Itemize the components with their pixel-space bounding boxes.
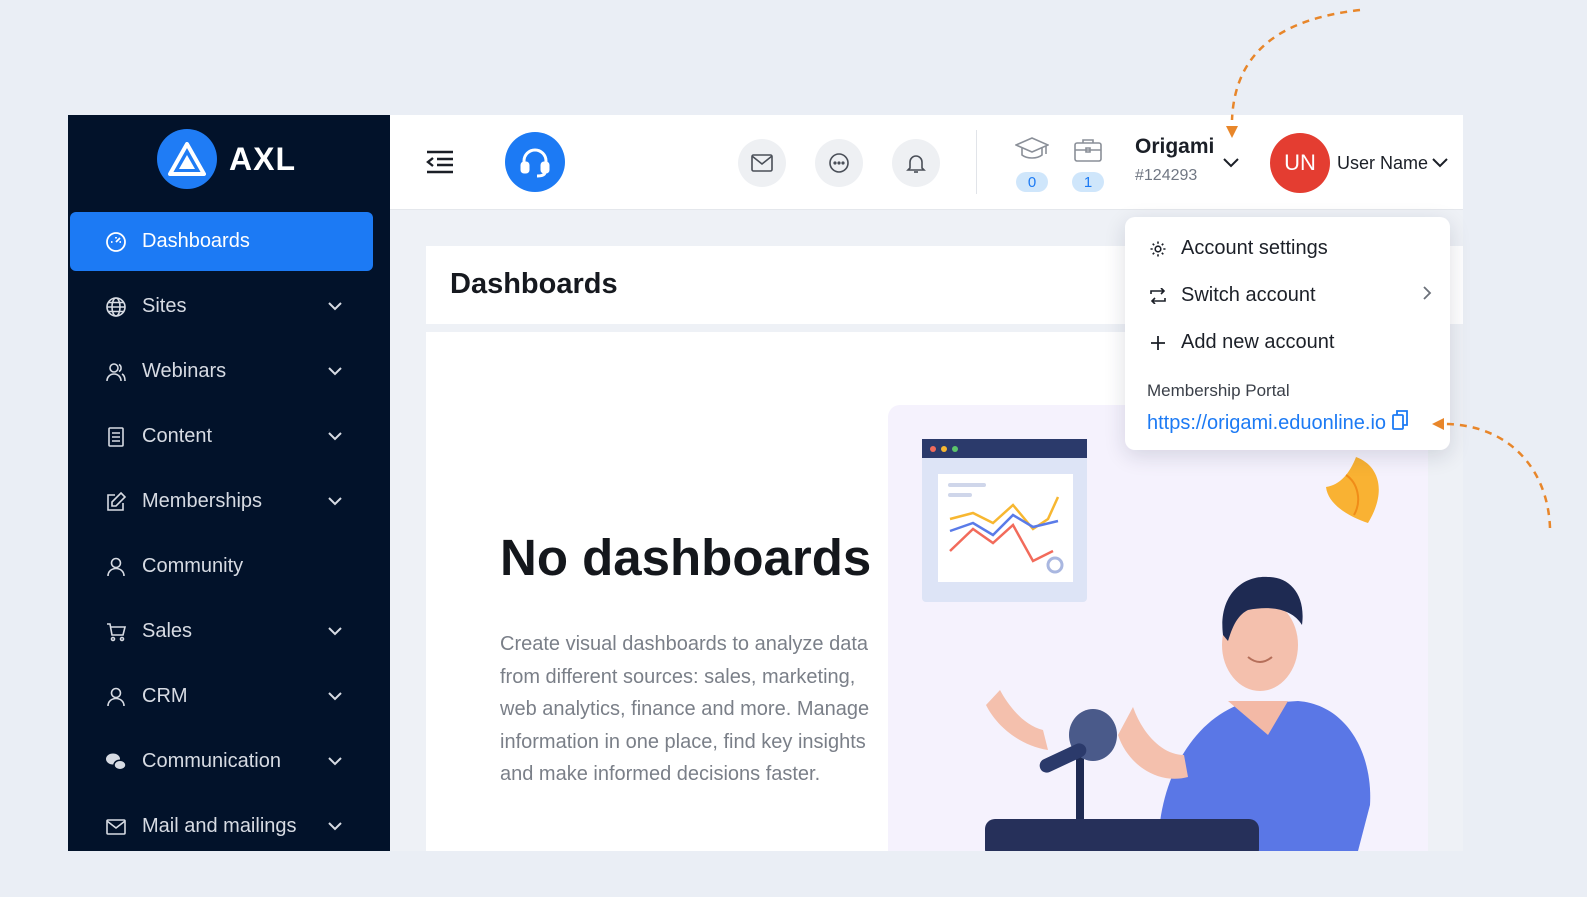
sidebar-item-sites[interactable]: Sites: [70, 277, 373, 336]
membership-portal-link[interactable]: https://origami.eduonline.io: [1147, 410, 1408, 436]
chevron-down-icon: [327, 299, 343, 315]
chevron-down-icon[interactable]: [1432, 155, 1448, 173]
account-dropdown-menu: Account settings Switch account Add new …: [1125, 217, 1450, 450]
user-icon: [104, 555, 128, 579]
sidebar-item-label: Memberships: [142, 490, 263, 512]
avatar[interactable]: UN: [1270, 133, 1330, 193]
notifications-button[interactable]: [892, 139, 940, 187]
account-name: Origami: [1135, 135, 1215, 158]
chevron-down-icon: [327, 689, 343, 705]
topbar: 0 1 Origami #124293 UN User Name: [390, 115, 1463, 210]
account-id: #124293: [1135, 167, 1198, 184]
chevron-down-icon: [327, 624, 343, 640]
chat-bubbles-icon: [104, 750, 128, 774]
orders-stat[interactable]: 1: [1070, 137, 1106, 192]
switch-account-menu-item[interactable]: Switch account: [1147, 284, 1432, 307]
users-icon: [104, 360, 128, 384]
menu-item-label: Switch account: [1181, 284, 1316, 306]
chat-button[interactable]: [815, 139, 863, 187]
page-title: Dashboards: [450, 268, 618, 300]
document-icon: [104, 425, 128, 449]
sidebar-item-label: Webinars: [142, 360, 227, 382]
mail-icon: [104, 815, 128, 839]
chevron-down-icon: [327, 429, 343, 445]
empty-state-description: Create visual dashboards to analyze data…: [500, 633, 870, 785]
account-settings-menu-item[interactable]: Account settings: [1147, 237, 1328, 260]
sidebar-item-label: Mail and mailings: [142, 815, 297, 837]
globe-icon: [104, 295, 128, 319]
brand-name: AXL: [229, 140, 296, 177]
edit-icon: [104, 490, 128, 514]
chevron-down-icon: [327, 819, 343, 835]
membership-portal-label: Membership Portal: [1147, 381, 1290, 400]
sidebar-item-label: Sales: [142, 620, 193, 642]
user-icon: [104, 685, 128, 709]
brand[interactable]: AXL: [157, 129, 296, 189]
sidebar-item-memberships[interactable]: Memberships: [70, 472, 373, 531]
graduation-cap-icon: [1014, 137, 1050, 168]
orders-count-badge: 1: [1072, 172, 1104, 192]
user-name[interactable]: User Name: [1337, 153, 1428, 174]
empty-state-title: No dashboards: [500, 529, 872, 586]
sidebar-item-community[interactable]: Community: [70, 537, 373, 596]
briefcase-icon: [1073, 137, 1103, 168]
menu-item-label: Account settings: [1181, 237, 1328, 259]
sidebar-item-crm[interactable]: CRM: [70, 667, 373, 726]
chevron-down-icon: [327, 754, 343, 770]
topbar-divider: [976, 130, 977, 194]
sidebar-item-content[interactable]: Content: [70, 407, 373, 466]
chevron-down-icon: [327, 494, 343, 510]
sidebar-item-label: Sites: [142, 295, 187, 317]
sidebar-nav: Dashboards Sites Webinars Content Member…: [70, 212, 373, 851]
annotation-arrow-account: [1230, 8, 1361, 121]
gear-icon: [1147, 238, 1169, 260]
menu-item-label: Add new account: [1181, 331, 1335, 353]
sidebar-item-label: Community: [142, 555, 244, 577]
support-headset-button[interactable]: [505, 132, 565, 192]
cart-icon: [104, 620, 128, 644]
sidebar: AXL Dashboards Sites Webinars Content Me…: [68, 115, 390, 851]
add-new-account-menu-item[interactable]: Add new account: [1147, 331, 1334, 354]
sidebar-item-webinars[interactable]: Webinars: [70, 342, 373, 401]
gauge-icon: [104, 230, 128, 254]
sidebar-item-label: Communication: [142, 750, 281, 772]
portal-url[interactable]: https://origami.eduonline.io: [1147, 412, 1386, 435]
plus-icon: [1147, 332, 1169, 354]
sidebar-item-label: Dashboards: [142, 230, 250, 252]
presenter-illustration: [888, 405, 1428, 851]
chevron-down-icon[interactable]: [1223, 155, 1239, 173]
sidebar-item-label: CRM: [142, 685, 188, 707]
axl-logo-icon: [157, 129, 217, 189]
menu-collapse-icon[interactable]: [425, 149, 455, 175]
mail-button[interactable]: [738, 139, 786, 187]
sidebar-item-communication[interactable]: Communication: [70, 732, 373, 791]
chevron-down-icon: [327, 364, 343, 380]
account-switcher[interactable]: Origami #124293: [1135, 135, 1214, 185]
chevron-right-icon: [1422, 284, 1432, 307]
switch-icon: [1147, 285, 1169, 307]
courses-stat[interactable]: 0: [1014, 137, 1050, 192]
sidebar-item-mail-and-mailings[interactable]: Mail and mailings: [70, 797, 373, 851]
copy-icon[interactable]: [1392, 410, 1408, 436]
sidebar-item-label: Content: [142, 425, 213, 447]
sidebar-item-sales[interactable]: Sales: [70, 602, 373, 661]
sidebar-item-dashboards[interactable]: Dashboards: [70, 212, 373, 271]
courses-count-badge: 0: [1016, 172, 1048, 192]
